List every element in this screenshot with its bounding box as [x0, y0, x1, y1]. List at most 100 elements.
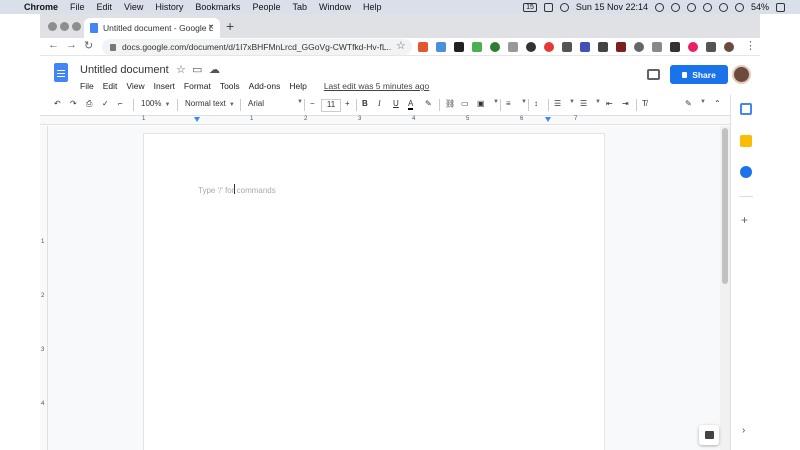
add-comment-icon[interactable]: ▭ — [461, 99, 469, 108]
insert-link-icon[interactable]: ⛓ — [445, 99, 455, 108]
screen-icon[interactable] — [543, 2, 553, 12]
browser-tab[interactable]: Untitled document - Google D × — [84, 18, 220, 38]
line-spacing-icon[interactable]: ↕ — [534, 99, 538, 108]
star-icon[interactable]: ☆ — [176, 63, 186, 76]
forward-icon[interactable]: → — [66, 39, 77, 51]
extension-icon-6[interactable] — [508, 42, 518, 52]
cloud-saved-icon[interactable]: ☁ — [209, 63, 220, 76]
menu-insert[interactable]: Insert — [154, 81, 175, 91]
text-color-button[interactable]: A — [408, 99, 414, 110]
highlight-color-icon[interactable]: ✎ — [425, 99, 432, 108]
italic-button[interactable]: I — [378, 99, 381, 108]
insert-image-icon[interactable]: ▣ — [477, 99, 485, 108]
zoom-select[interactable]: 100% ▼ — [141, 99, 170, 108]
menubar-item-file[interactable]: File — [70, 2, 85, 12]
extension-icon-15[interactable] — [670, 42, 680, 52]
status-icon-3[interactable] — [686, 2, 696, 12]
reload-icon[interactable]: ↻ — [84, 39, 93, 52]
extension-icon-10[interactable] — [580, 42, 590, 52]
chevron-down-icon[interactable]: ▼ — [569, 99, 575, 105]
spellcheck-icon[interactable]: ✓ — [102, 99, 109, 108]
user-avatar[interactable] — [732, 65, 751, 84]
collapse-toolbar-icon[interactable]: ⌃ — [714, 99, 721, 108]
horizontal-ruler[interactable]: 1 1 2 3 4 5 6 7 — [40, 116, 730, 125]
calendar-icon[interactable] — [740, 103, 752, 115]
editor-placeholder[interactable]: Type '/' for commands — [198, 186, 276, 195]
wifi-icon[interactable] — [559, 2, 569, 12]
chevron-down-icon[interactable]: ▼ — [595, 99, 601, 105]
status-icon-1[interactable] — [654, 2, 664, 12]
docs-logo-icon[interactable] — [54, 63, 68, 82]
menubar-app-name[interactable]: Chrome — [24, 2, 58, 12]
print-icon[interactable]: ⎙ — [86, 99, 92, 109]
window-close-button[interactable] — [48, 22, 57, 31]
extension-icon-13[interactable] — [634, 42, 644, 52]
scrollbar-thumb[interactable] — [722, 128, 728, 284]
date-badge[interactable]: 15 — [523, 2, 537, 12]
bookmark-star-icon[interactable]: ☆ — [396, 39, 406, 52]
editing-mode-icon[interactable]: ✎ — [685, 99, 692, 108]
battery-icon[interactable] — [776, 2, 785, 12]
chevron-down-icon[interactable]: ▼ — [521, 99, 527, 105]
volume-icon[interactable] — [734, 2, 744, 12]
move-folder-icon[interactable]: ▭ — [192, 63, 202, 76]
document-page[interactable]: Type '/' for commands — [144, 134, 604, 450]
document-scrollbar[interactable] — [720, 126, 730, 450]
menubar-item-tab[interactable]: Tab — [292, 2, 307, 12]
window-zoom-button[interactable] — [72, 22, 81, 31]
profile-avatar-icon[interactable] — [724, 42, 734, 52]
decrease-font-size-button[interactable]: − — [310, 99, 315, 108]
extension-icon-12[interactable] — [616, 42, 626, 52]
menu-help[interactable]: Help — [289, 81, 306, 91]
vertical-ruler[interactable]: 1 2 3 4 — [40, 126, 48, 450]
battery-percent[interactable]: 54% — [751, 2, 769, 12]
status-icon-2[interactable] — [670, 2, 680, 12]
font-select[interactable]: Arial ▼ — [248, 99, 303, 108]
decrease-indent-icon[interactable]: ⇤ — [606, 99, 613, 108]
increase-font-size-button[interactable]: + — [345, 99, 350, 108]
clear-formatting-icon[interactable]: T̸ — [642, 99, 647, 108]
menu-view[interactable]: View — [126, 81, 144, 91]
chrome-extension-icon[interactable] — [544, 42, 554, 52]
menu-tools[interactable]: Tools — [220, 81, 240, 91]
clock[interactable]: Sun 15 Nov 22:14 — [576, 2, 648, 12]
menubar-item-view[interactable]: View — [124, 2, 143, 12]
explore-button[interactable] — [699, 425, 719, 445]
paint-format-icon[interactable]: ⌐ — [118, 99, 123, 108]
menubar-item-edit[interactable]: Edit — [97, 2, 113, 12]
menubar-item-people[interactable]: People — [252, 2, 280, 12]
extensions-puzzle-icon[interactable] — [706, 42, 716, 52]
window-minimize-button[interactable] — [60, 22, 69, 31]
menubar-item-history[interactable]: History — [155, 2, 183, 12]
extension-icon-11[interactable] — [598, 42, 608, 52]
chevron-down-icon[interactable]: ▼ — [700, 99, 706, 105]
menu-format[interactable]: Format — [184, 81, 211, 91]
menu-addons[interactable]: Add-ons — [249, 81, 281, 91]
bluetooth-icon[interactable] — [718, 2, 728, 12]
new-tab-button[interactable]: + — [226, 18, 234, 34]
last-edit-link[interactable]: Last edit was 5 minutes ago — [324, 81, 429, 91]
back-icon[interactable]: ← — [48, 39, 59, 51]
cloud-icon[interactable] — [702, 2, 712, 12]
bulleted-list-icon[interactable]: ☰ — [580, 99, 587, 108]
share-button[interactable]: Share — [670, 65, 728, 84]
bold-button[interactable]: B — [362, 99, 368, 108]
extension-icon-2[interactable] — [436, 42, 446, 52]
redo-icon[interactable]: ↷ — [70, 99, 77, 108]
menubar-item-help[interactable]: Help — [363, 2, 382, 12]
evernote-icon[interactable] — [490, 42, 500, 52]
keep-icon[interactable] — [740, 135, 752, 147]
underline-button[interactable]: U — [393, 99, 399, 108]
address-bar[interactable]: docs.google.com/document/d/1I7xBHFMnLrcd… — [102, 39, 412, 55]
font-size-input[interactable]: 11 — [321, 99, 341, 112]
chevron-right-icon[interactable]: › — [742, 425, 745, 436]
numbered-list-icon[interactable]: ☰ — [554, 99, 561, 108]
increase-indent-icon[interactable]: ⇥ — [622, 99, 629, 108]
extension-icon-16[interactable] — [688, 42, 698, 52]
menubar-item-bookmarks[interactable]: Bookmarks — [195, 2, 240, 12]
document-title[interactable]: Untitled document — [80, 64, 169, 76]
chrome-menu-icon[interactable]: ⋮ — [745, 39, 756, 52]
add-addon-icon[interactable]: + — [741, 213, 748, 227]
chevron-down-icon[interactable]: ▼ — [493, 99, 499, 105]
extension-icon-1[interactable] — [418, 42, 428, 52]
